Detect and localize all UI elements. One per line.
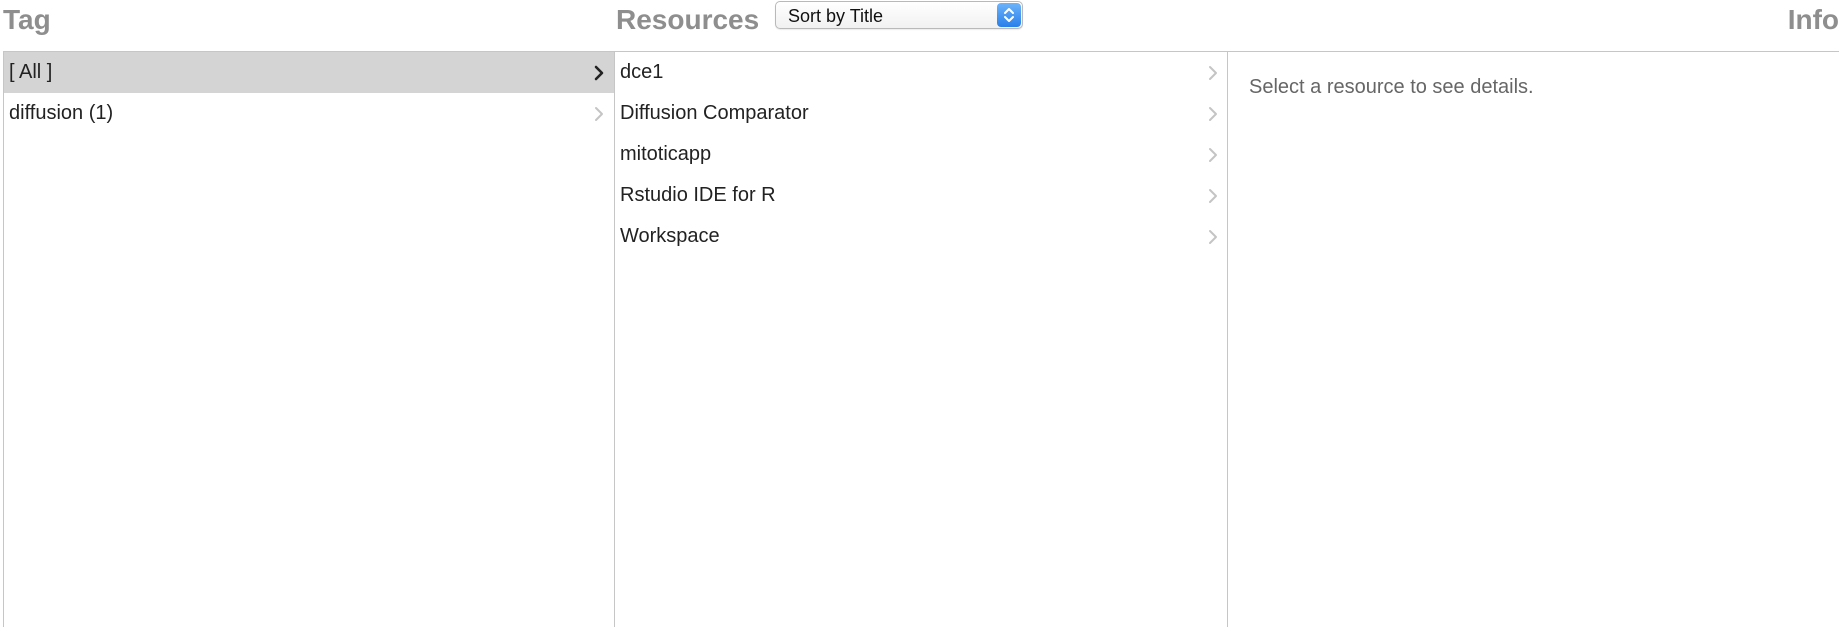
info-panel: Select a resource to see details.: [1227, 51, 1839, 627]
chevron-right-icon: [1209, 230, 1217, 244]
chevron-right-icon: [595, 107, 603, 121]
resource-item-label: Rstudio IDE for R: [620, 184, 776, 206]
resource-item-workspace[interactable]: Workspace: [615, 216, 1227, 257]
resources-list: dce1 Diffusion Comparator mitoticapp Rst…: [615, 52, 1227, 257]
chevron-right-icon: [1209, 107, 1217, 121]
tag-item-all[interactable]: [ All ]: [4, 52, 614, 93]
resource-item-mitoticapp[interactable]: mitoticapp: [615, 134, 1227, 175]
chevron-right-icon: [1209, 66, 1217, 80]
info-column-title: Info: [1787, 4, 1839, 35]
tag-item-label: diffusion (1): [9, 102, 114, 124]
resource-item-diffusion-comparator[interactable]: Diffusion Comparator: [615, 93, 1227, 134]
tag-item-label: [ All ]: [9, 61, 53, 83]
chevron-right-icon: [594, 65, 604, 81]
tag-panel: [ All ] diffusion (1): [3, 51, 615, 627]
info-empty-message: Select a resource to see details.: [1249, 76, 1534, 98]
up-down-arrows-icon: [997, 3, 1021, 27]
resource-item-label: mitoticapp: [620, 143, 712, 165]
sort-select-value: Sort by Title: [788, 6, 884, 26]
resources-column-title: Resources: [616, 4, 760, 35]
chevron-right-icon: [1209, 189, 1217, 203]
resources-panel: dce1 Diffusion Comparator mitoticapp Rst…: [614, 51, 1228, 627]
resource-item-label: dce1: [620, 61, 664, 83]
tag-item-diffusion[interactable]: diffusion (1): [4, 93, 614, 134]
resource-item-label: Diffusion Comparator: [620, 102, 809, 124]
resource-item-label: Workspace: [620, 225, 720, 247]
resource-browser: Tag Resources Sort by Title Info [ All ]…: [0, 0, 1839, 627]
resource-item-rstudio[interactable]: Rstudio IDE for R: [615, 175, 1227, 216]
sort-select[interactable]: Sort by Title: [775, 1, 1023, 29]
resource-item-dce1[interactable]: dce1: [615, 52, 1227, 93]
tag-list: [ All ] diffusion (1): [4, 52, 614, 134]
chevron-right-icon: [1209, 148, 1217, 162]
tag-column-title: Tag: [3, 4, 51, 35]
